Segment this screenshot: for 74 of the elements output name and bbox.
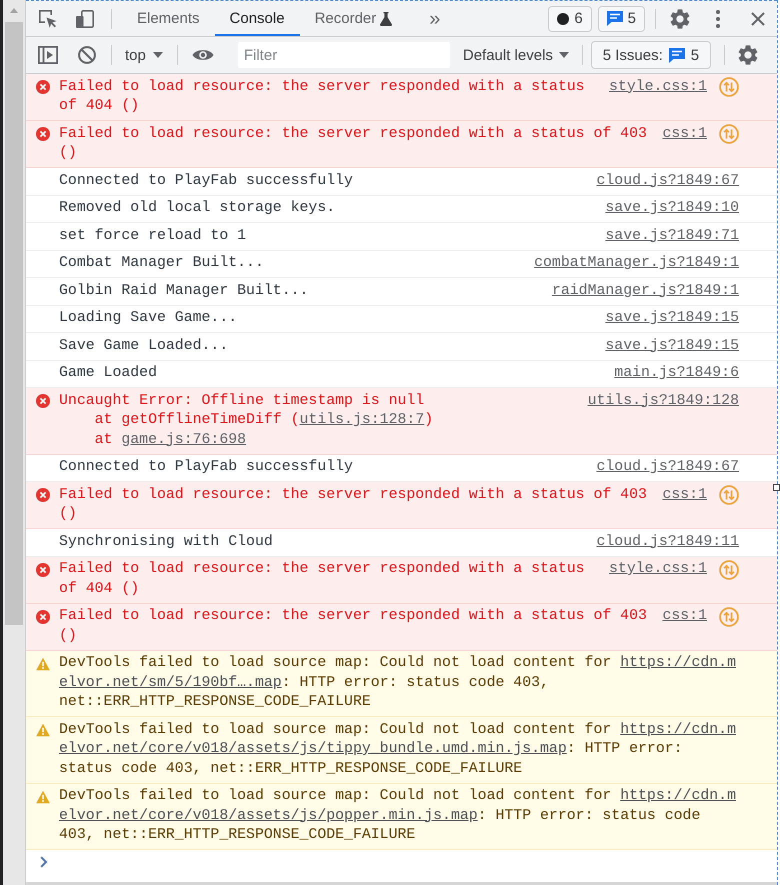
error-message: Failed to load resource: the server responded with a status of 403 () <box>59 608 647 644</box>
stack-frame: at game.js:76:698 <box>59 430 246 450</box>
warning-message: DevTools failed to load source map: Could not load content for https://cdn.m elvor.net/sm/5/190bf….map: HTTP error: status code 403, net::ERR_HTTP_RESPONSE_CODE_FAILURE <box>59 655 736 710</box>
eye-icon[interactable] <box>192 48 214 62</box>
log-message: Combat Manager Built... <box>59 255 264 271</box>
source-link[interactable]: css:1 <box>662 607 707 626</box>
error-icon <box>36 394 50 408</box>
prompt-chevron-icon <box>40 856 48 868</box>
error-message: Failed to load resource: the server responded with a status of 404 () <box>59 78 585 114</box>
source-link[interactable]: save.js?1849:15 <box>605 309 739 328</box>
source-link[interactable]: style.css:1 <box>609 78 707 97</box>
log-message: Save Game Loaded... <box>59 338 228 354</box>
error-icon <box>36 562 50 577</box>
log-message: Game Loaded <box>59 365 157 381</box>
log-message: set force reload to 1 <box>59 228 246 244</box>
filter-field[interactable]: Filter <box>238 42 450 68</box>
warning-icon <box>36 656 50 671</box>
link[interactable]: elvor.net/sm/5/190bf….map <box>59 674 282 690</box>
log-message: Golbin Raid Manager Built... <box>59 282 308 298</box>
log-levels-dropdown[interactable]: Default levels <box>462 42 569 68</box>
source-link[interactable]: utils.js?1849:128 <box>588 392 739 411</box>
source-link[interactable]: utils.js:128:7 <box>300 412 424 428</box>
source-link[interactable]: game.js:76:698 <box>121 432 246 448</box>
messages-button[interactable]: 5 <box>598 6 645 32</box>
link[interactable]: https://cdn.m <box>620 655 736 671</box>
error-message: Uncaught Error: Offline timestamp is null <box>59 392 424 408</box>
warning-message: DevTools failed to load source map: Could not load content for https://cdn.m elvor.net/core/v018/assets/js/popper.min.js.map: HTTP error: status code 403, net::ERR_HTTP_RESPONSE_CODE_FAILURE <box>59 788 736 843</box>
errors-button[interactable]: 6 <box>548 6 592 32</box>
link[interactable]: https://cdn.m <box>620 722 736 738</box>
issues-button[interactable]: 5 Issues: 5 <box>590 41 711 69</box>
source-link[interactable]: cloud.js?1849:67 <box>596 172 739 191</box>
source-link[interactable]: cloud.js?1849:67 <box>596 458 739 478</box>
source-link[interactable]: save.js?1849:15 <box>605 336 739 356</box>
source-link[interactable]: save.js?1849:71 <box>605 226 739 246</box>
source-link[interactable]: save.js?1849:10 <box>605 199 739 218</box>
error-message: Failed to load resource: the server responded with a status of 403 () <box>59 126 647 161</box>
resize-handle[interactable] <box>773 484 780 491</box>
source-link[interactable]: css:1 <box>662 124 707 144</box>
log-message: Synchronising with Cloud <box>59 534 273 550</box>
source-link[interactable]: main.js?1849:6 <box>614 364 739 384</box>
error-icon <box>36 80 50 94</box>
dot-icon <box>557 12 570 24</box>
log-message: Loading Save Game... <box>59 310 238 326</box>
more-tabs-button[interactable]: » <box>429 6 440 30</box>
stack-frame: at getOfflineTimeDiff (utils.js:128:7) <box>59 411 434 430</box>
error-message: Failed to load resource: the server responded with a status of 403 () <box>59 486 647 522</box>
warning-icon <box>36 790 50 804</box>
link[interactable]: elvor.net/core/v018/assets/js/tippy_bundle.umd.min.js.map <box>59 741 567 757</box>
source-link[interactable]: cloud.js?1849:11 <box>596 532 739 552</box>
tab[interactable]: Recorder <box>300 1 408 36</box>
warning-message: DevTools failed to load source map: Could not load content for https://cdn.m elvor.net/core/v018/assets/js/tippy_bundle.umd.min.js.map: HTTP error: status code 403, net::ERR_HTTP_RESPONSE_CODE_FAILURE <box>59 722 736 776</box>
error-icon <box>36 610 50 624</box>
scrollbar-thumb[interactable] <box>5 22 23 625</box>
link[interactable]: https://cdn.m <box>620 788 736 804</box>
error-icon <box>36 127 50 142</box>
message-icon <box>668 48 685 62</box>
context-selector[interactable]: top <box>125 42 163 68</box>
message-icon <box>606 11 623 26</box>
log-message: Removed old local storage keys. <box>59 200 336 216</box>
tab[interactable]: Elements <box>122 1 215 36</box>
error-message: Failed to load resource: the server responded with a status of 404 () <box>59 561 585 596</box>
source-link[interactable]: raidManager.js?1849:1 <box>552 282 739 301</box>
source-link[interactable]: style.css:1 <box>609 560 707 580</box>
log-message: Connected to PlayFab successfully <box>59 172 353 188</box>
link[interactable]: elvor.net/core/v018/assets/js/popper.min.js.map <box>59 808 478 824</box>
source-link[interactable]: combatManager.js?1849:1 <box>534 254 739 274</box>
caret-icon <box>558 52 569 58</box>
caret-icon <box>152 52 163 58</box>
vertical-dots-icon[interactable] <box>716 10 720 28</box>
close-icon[interactable] <box>751 12 765 26</box>
log-message: Connected to PlayFab successfully <box>59 459 353 475</box>
source-link[interactable]: css:1 <box>662 486 707 505</box>
warning-icon <box>36 723 50 738</box>
error-icon <box>36 488 50 502</box>
